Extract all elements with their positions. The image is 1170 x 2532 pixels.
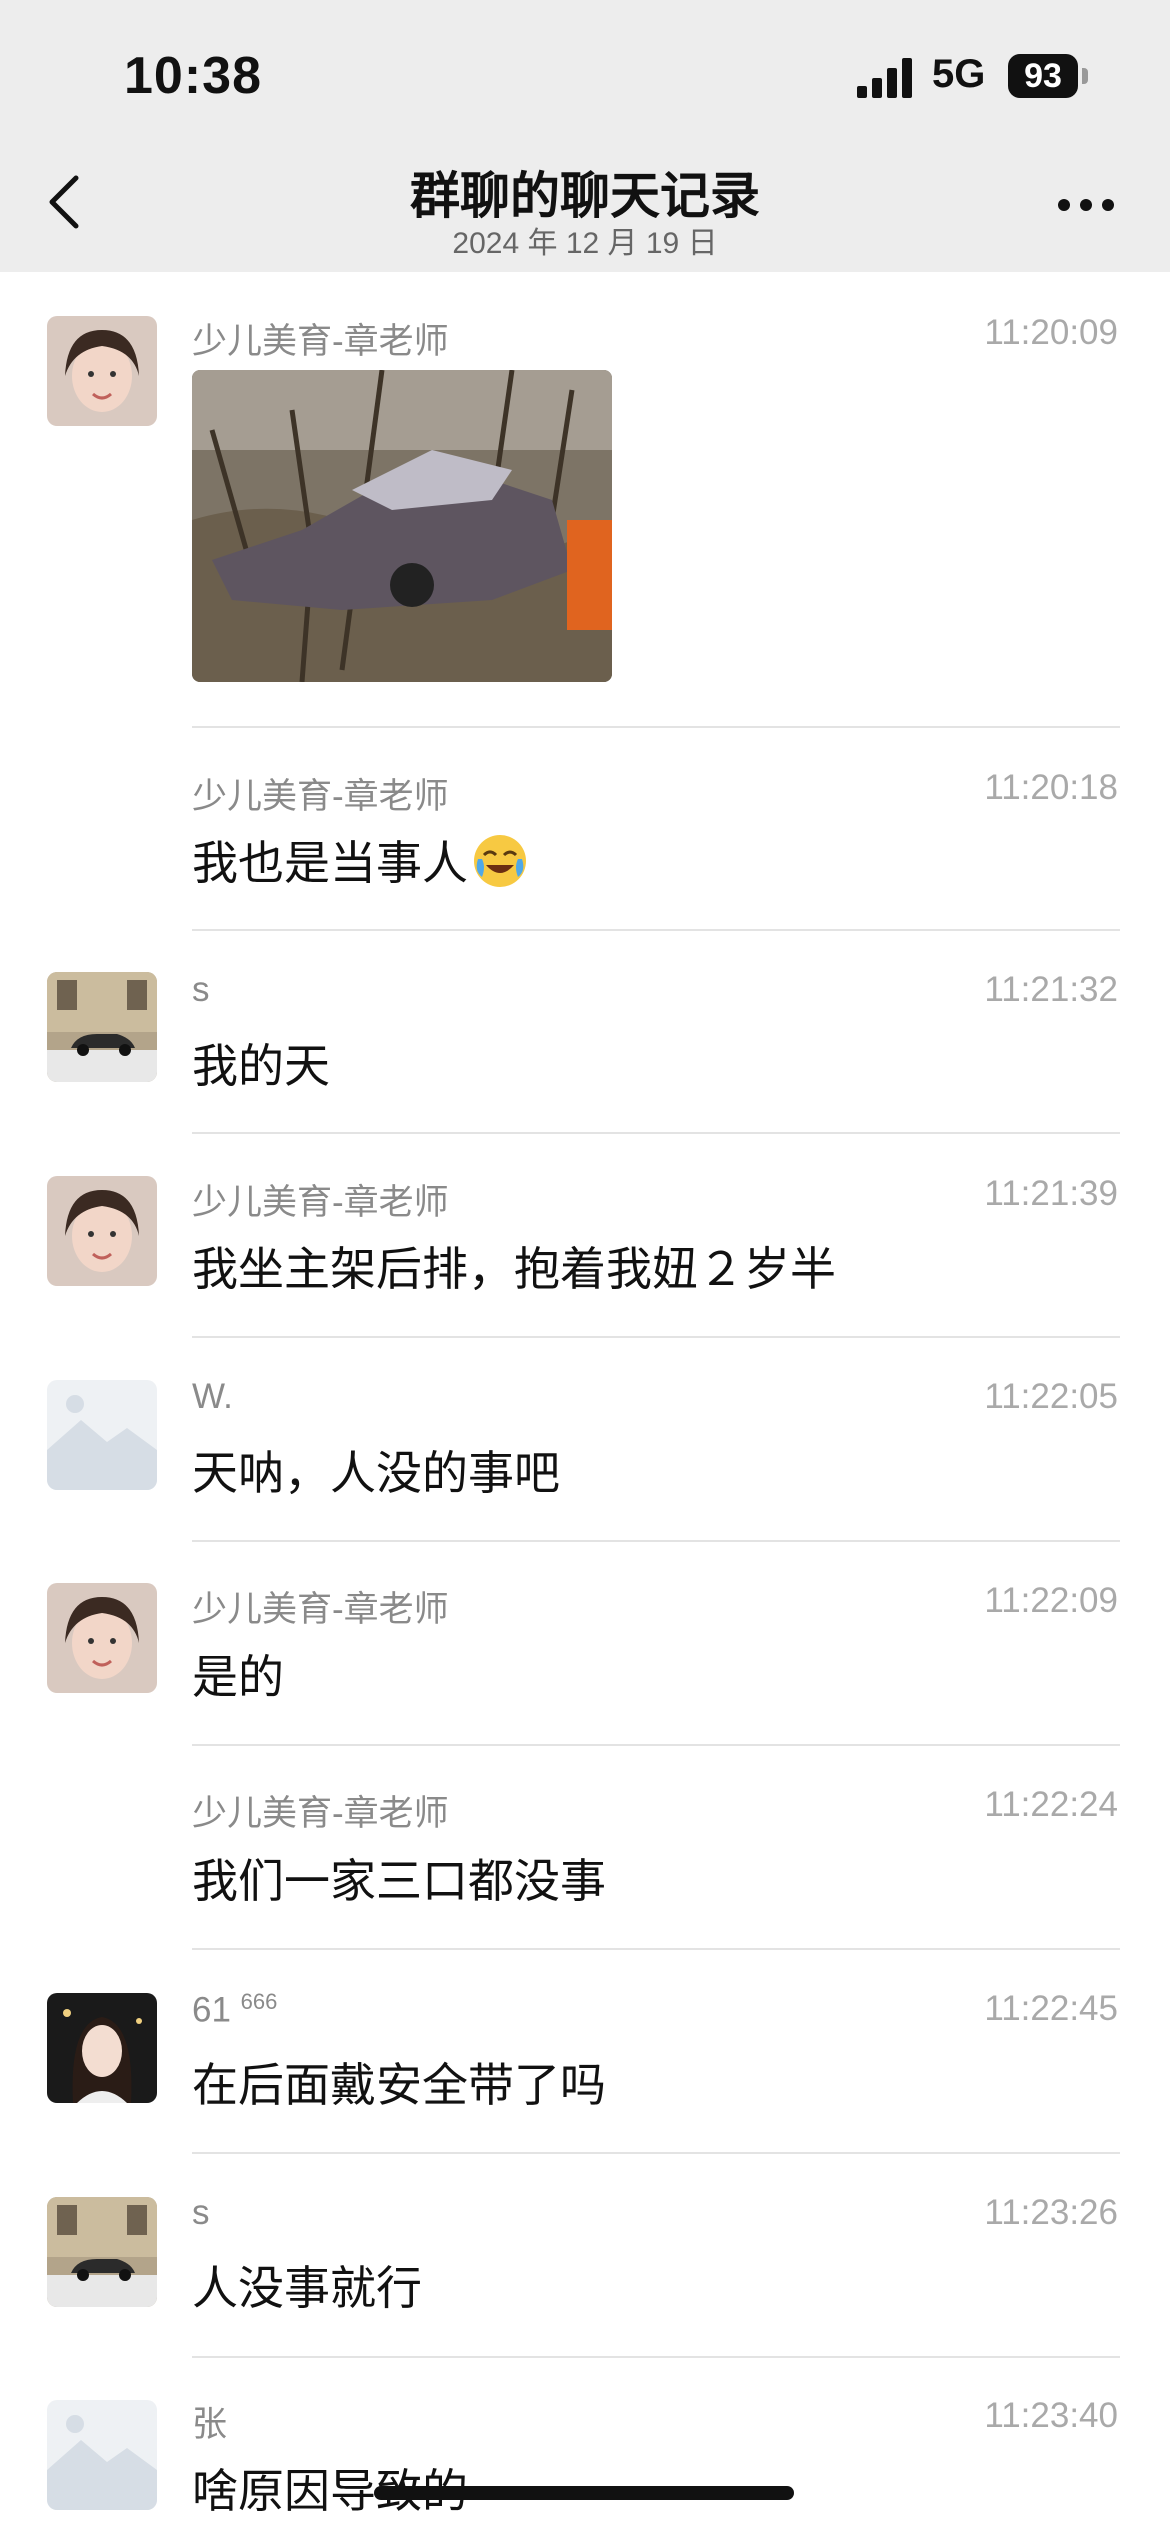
divider — [192, 1132, 1120, 1134]
sender-name: s — [192, 970, 210, 1009]
message-time: 11:22:45 — [984, 1989, 1118, 2028]
message-text: 我也是当事人 — [192, 827, 528, 893]
avatar[interactable] — [47, 1176, 157, 1286]
avatar[interactable] — [47, 2197, 157, 2307]
sender-name: 少儿美育-章老师 — [192, 322, 449, 361]
signal-icon — [857, 58, 912, 98]
sender-name: 少儿美育-章老师 — [192, 777, 449, 816]
message-time: 11:22:09 — [984, 1581, 1118, 1620]
avatar-placeholder-icon[interactable] — [47, 1380, 157, 1490]
divider — [192, 2152, 1120, 2154]
more-dots-icon[interactable] — [1056, 195, 1116, 215]
message-time: 11:23:26 — [984, 2193, 1118, 2232]
message-text: 我坐主架后排，抱着我妞２岁半 — [192, 1243, 836, 1295]
crying-laugh-emoji-icon — [474, 835, 526, 887]
sender-name: 61 666 — [192, 1989, 277, 2031]
message-time: 11:20:18 — [984, 768, 1118, 807]
divider — [192, 1540, 1120, 1542]
sender-name: 张 — [192, 2405, 228, 2444]
message-text-body: 我也是当事人 — [192, 837, 468, 889]
message-time: 11:21:32 — [984, 970, 1118, 1009]
sender-name: 少儿美育-章老师 — [192, 1794, 449, 1833]
divider — [192, 1336, 1120, 1338]
battery-tip — [1082, 68, 1088, 84]
avatar[interactable] — [47, 1583, 157, 1693]
divider — [192, 1744, 1120, 1746]
message-time: 11:22:05 — [984, 1377, 1118, 1416]
divider — [192, 929, 1120, 931]
sender-name-suffix: 666 — [240, 1989, 278, 2014]
header: 10:38 5G 93 群聊的聊天记录 2024 年 12 月 19 日 — [0, 0, 1170, 272]
sender-name: 少儿美育-章老师 — [192, 1183, 449, 1222]
message-time: 11:23:40 — [984, 2396, 1118, 2435]
avatar[interactable] — [47, 972, 157, 1082]
home-indicator[interactable] — [374, 2486, 794, 2500]
network-type: 5G — [932, 52, 986, 96]
avatar-placeholder-icon[interactable] — [47, 2400, 157, 2510]
message-text: 我的天 — [192, 1040, 330, 1092]
avatar[interactable] — [47, 1993, 157, 2103]
message-text: 在后面戴安全带了吗 — [192, 2059, 606, 2111]
message-time: 11:22:24 — [984, 1785, 1118, 1824]
divider — [192, 726, 1120, 728]
message-text: 我们一家三口都没事 — [192, 1855, 606, 1907]
message-photo[interactable] — [192, 370, 612, 682]
status-time: 10:38 — [124, 47, 262, 105]
battery-icon: 93 — [1008, 54, 1078, 98]
message-text: 天呐，人没的事吧 — [192, 1447, 560, 1499]
sender-name: 少儿美育-章老师 — [192, 1590, 449, 1629]
avatar[interactable] — [47, 316, 157, 426]
sender-name: s — [192, 2193, 210, 2232]
divider — [192, 2356, 1120, 2358]
page-date: 2024 年 12 月 19 日 — [452, 227, 718, 260]
sender-name-main: 61 — [192, 1990, 231, 2030]
message-text: 人没事就行 — [192, 2262, 422, 2314]
message-text: 是的 — [192, 1651, 284, 1703]
message-time: 11:20:09 — [984, 313, 1118, 352]
message-time: 11:21:39 — [984, 1174, 1118, 1213]
divider — [192, 1948, 1120, 1950]
sender-name: W. — [192, 1377, 233, 1416]
